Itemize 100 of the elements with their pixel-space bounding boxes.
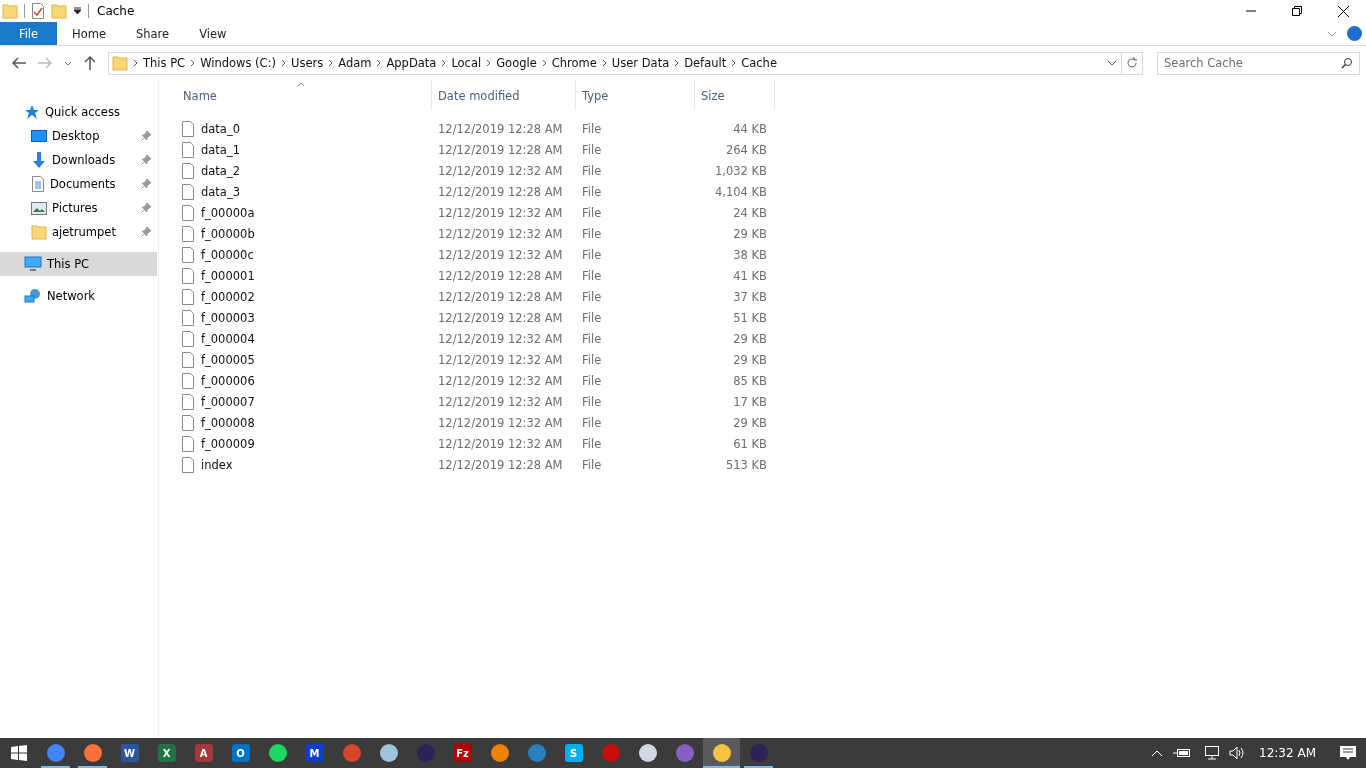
pin-icon[interactable] [141, 179, 151, 189]
file-name[interactable]: f_000009 [201, 436, 255, 451]
file-name[interactable]: f_00000a [201, 205, 255, 220]
chevron-down-icon [64, 60, 72, 66]
document-icon [31, 176, 45, 192]
file-name[interactable]: data_3 [201, 184, 240, 199]
sidebar-item[interactable]: This PC [0, 252, 157, 276]
pin-icon[interactable] [141, 131, 151, 141]
chevron-right-icon[interactable] [674, 59, 680, 67]
sidebar-item[interactable]: ajetrumpet [0, 220, 157, 244]
properties-icon[interactable] [31, 3, 45, 19]
table-cell-text: File [581, 331, 603, 346]
file-name[interactable]: f_000006 [201, 373, 255, 388]
help-icon[interactable] [1347, 26, 1362, 41]
taskbar-app-button[interactable] [703, 738, 740, 768]
taskbar-app-button[interactable]: X [148, 738, 185, 768]
breadcrumb-item[interactable]: Adam [338, 56, 372, 70]
table-cell-text: 29 KB [732, 415, 768, 430]
address-bar[interactable]: This PC Windows (C:) Users Adam AppData Local Google Chrome User Data Default Cache [108, 51, 1143, 75]
chevron-right-icon[interactable] [441, 59, 447, 67]
file-icon [181, 225, 195, 242]
breadcrumb-item[interactable]: Local [451, 56, 482, 70]
sidebar-item[interactable]: Documents [0, 172, 157, 196]
breadcrumb-item[interactable]: Users [291, 56, 324, 70]
chevron-down-icon[interactable] [1327, 30, 1337, 37]
clock[interactable]: 12:32 AM [1259, 746, 1316, 760]
table-cell-text: 12/12/2019 12:28 AM [437, 121, 564, 136]
column-header[interactable]: Size [695, 80, 775, 110]
table-cell-text: File [581, 268, 603, 283]
sidebar-item[interactable]: Network [0, 284, 157, 308]
breadcrumb-item[interactable]: Google [496, 56, 537, 70]
search-icon[interactable] [1341, 56, 1353, 69]
file-name[interactable]: data_1 [201, 142, 240, 157]
column-header[interactable]: Date modified [432, 80, 576, 110]
chevron-right-icon[interactable] [376, 59, 382, 67]
column-header[interactable]: Name [177, 80, 432, 110]
breadcrumb-item[interactable]: Cache [741, 56, 777, 70]
file-name[interactable]: data_0 [201, 121, 240, 136]
table-cell-text: File [581, 310, 603, 325]
table-cell-text: File [581, 163, 603, 178]
sidebar-item[interactable]: Desktop [0, 124, 157, 148]
sidebar-item[interactable]: Pictures [0, 196, 157, 220]
table-cell-text: 12/12/2019 12:32 AM [437, 331, 564, 346]
breadcrumb-item[interactable]: Windows (C:) [200, 56, 276, 70]
file-name[interactable]: f_000008 [201, 415, 255, 430]
chevron-right-icon[interactable] [281, 59, 286, 67]
file-name[interactable]: index [201, 457, 233, 472]
chevron-right-icon[interactable] [133, 59, 138, 67]
chevron-right-icon[interactable] [190, 59, 196, 67]
sidebar-item[interactable]: Quick access [0, 100, 157, 124]
taskbar-app-button[interactable]: A [185, 738, 222, 768]
column-header[interactable]: Type [576, 80, 695, 110]
pin-icon[interactable] [141, 155, 151, 165]
breadcrumb-item[interactable]: Default [684, 56, 727, 70]
chevron-right-icon[interactable] [601, 59, 607, 67]
ribbon-tab[interactable]: Share [120, 22, 185, 45]
chevron-right-icon[interactable] [731, 59, 737, 67]
search-field[interactable]: Search Cache [1157, 51, 1360, 75]
pin-icon[interactable] [141, 227, 151, 237]
taskbar-app-button[interactable]: M [296, 738, 333, 768]
taskbar-app-button[interactable]: O [222, 738, 259, 768]
file-name[interactable]: f_00000b [201, 226, 255, 241]
file-name[interactable]: f_000005 [201, 352, 255, 367]
file-name[interactable]: f_000002 [201, 289, 255, 304]
notification-icon[interactable] [1340, 745, 1356, 761]
network-icon [24, 288, 42, 304]
dropdown-icon[interactable] [73, 7, 82, 15]
speaker-icon[interactable] [1229, 746, 1246, 760]
folder-icon [31, 224, 47, 240]
table-cell-text: File [581, 247, 603, 262]
table-cell-text: File [581, 121, 603, 136]
sidebar-item[interactable]: Downloads [0, 148, 157, 172]
app-icon: S [564, 744, 583, 762]
chevron-right-icon[interactable] [328, 59, 334, 67]
breadcrumb-item[interactable]: This PC [143, 56, 186, 70]
file-name[interactable]: f_00000c [201, 247, 254, 262]
taskbar-app-button[interactable]: Fz [444, 738, 481, 768]
table-cell-text: 29 KB [732, 331, 768, 346]
breadcrumb-item[interactable]: Chrome [551, 56, 597, 70]
table-cell-text: 4,104 KB [714, 184, 768, 199]
taskbar-app-button[interactable]: W [111, 738, 148, 768]
ribbon-tab[interactable]: View [184, 22, 242, 45]
ribbon-tab[interactable]: Home [57, 22, 121, 45]
chevron-up-icon[interactable] [1151, 749, 1164, 757]
breadcrumb-item[interactable]: User Data [611, 56, 670, 70]
file-name[interactable]: f_000003 [201, 310, 255, 325]
ribbon-tab[interactable]: File [0, 22, 57, 45]
file-name[interactable]: data_2 [201, 163, 240, 178]
file-name[interactable]: f_000007 [201, 394, 255, 409]
battery-icon[interactable] [1173, 748, 1192, 758]
sort-ascending-icon [297, 82, 305, 87]
chevron-right-icon[interactable] [541, 59, 547, 67]
chevron-right-icon[interactable] [486, 59, 492, 67]
table-cell-text: File [581, 415, 603, 430]
table-cell-text: 29 KB [732, 226, 768, 241]
file-name[interactable]: f_000004 [201, 331, 255, 346]
table-cell-text: 61 KB [732, 436, 768, 451]
file-name[interactable]: f_000001 [201, 268, 255, 283]
pin-icon[interactable] [141, 203, 151, 213]
breadcrumb-item[interactable]: AppData [386, 56, 437, 70]
